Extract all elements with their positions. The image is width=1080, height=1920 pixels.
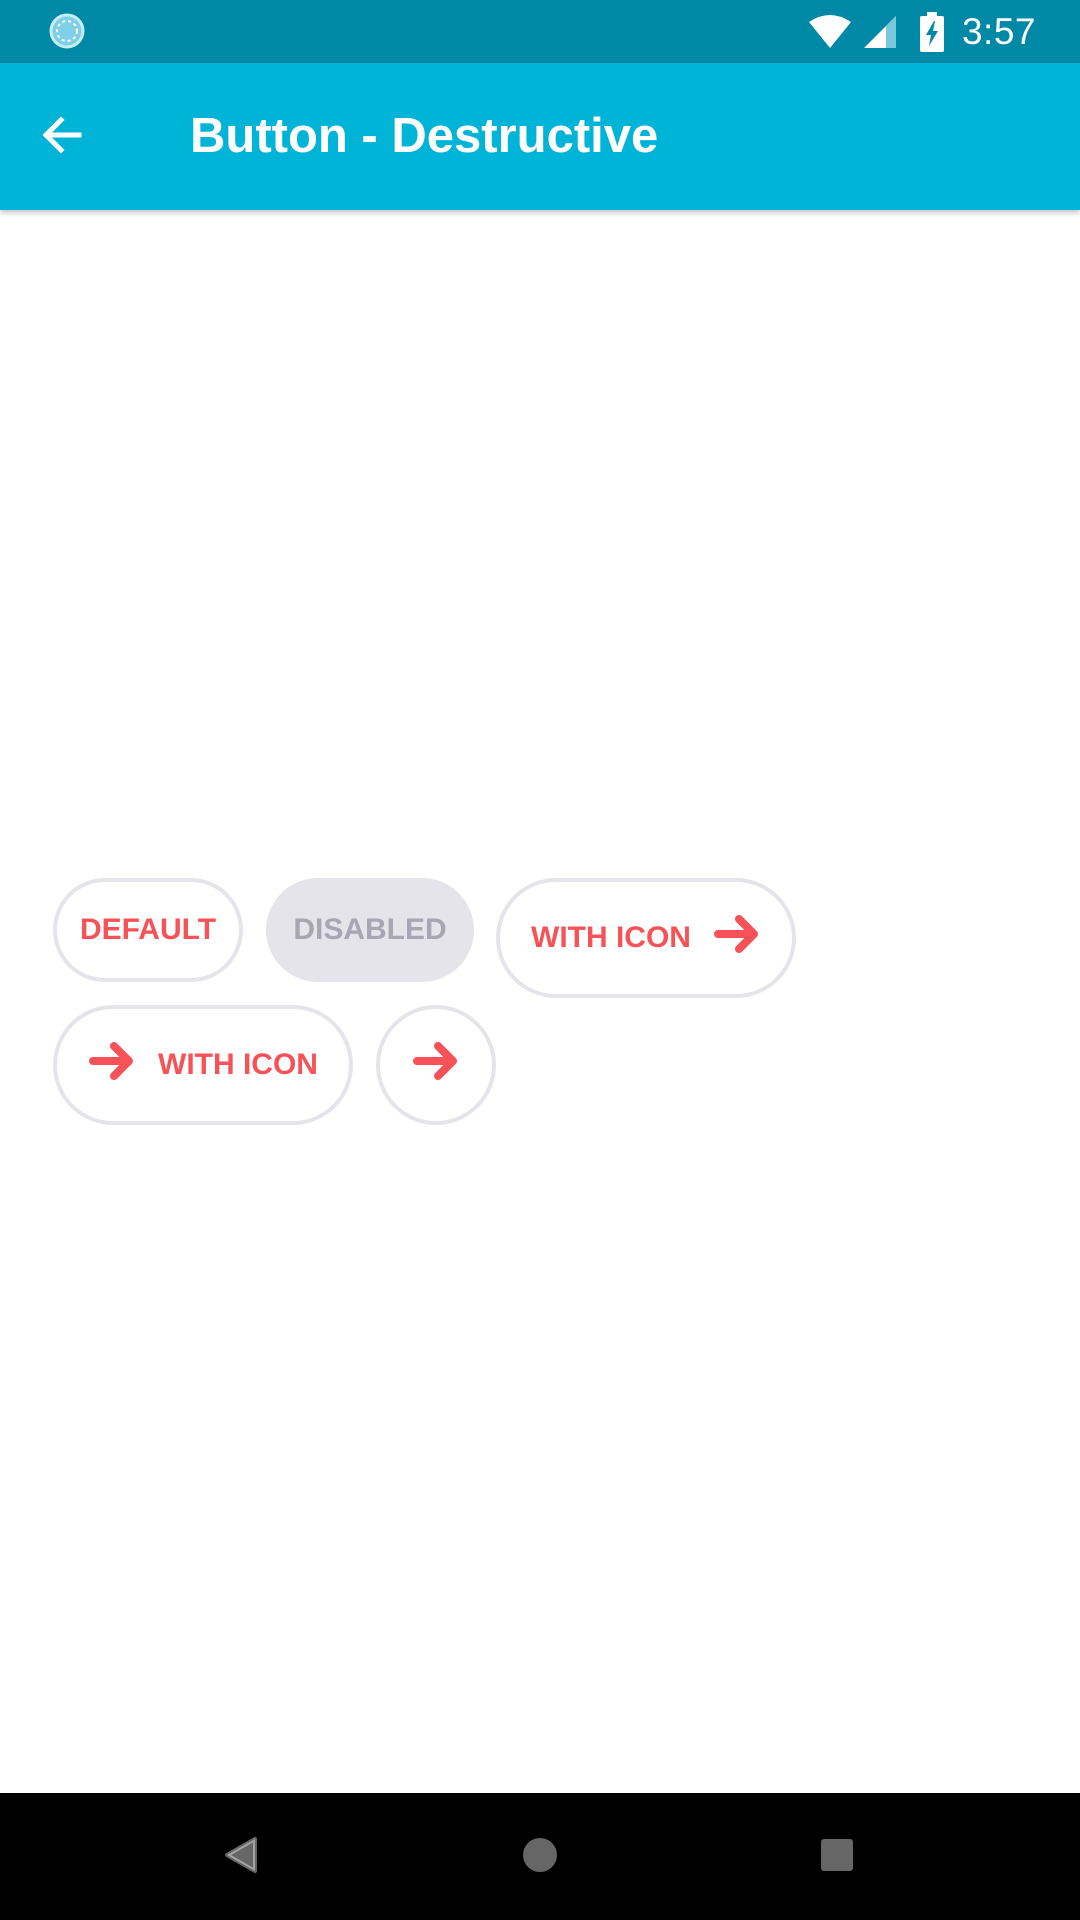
disabled-button-label: DISABLED: [293, 913, 447, 946]
nav-home-button[interactable]: [504, 1821, 576, 1893]
arrow-right-icon: [713, 912, 761, 964]
nav-recents-button[interactable]: [801, 1821, 873, 1893]
arrow-right-icon: [412, 1039, 460, 1091]
with-icon-left-label: WITH ICON: [158, 1048, 318, 1081]
navigation-bar: [0, 1793, 1080, 1920]
with-icon-left-button[interactable]: WITH ICON: [53, 1005, 353, 1125]
default-button[interactable]: DEFAULT: [53, 878, 243, 982]
wifi-icon: [808, 14, 852, 50]
back-button[interactable]: [30, 104, 96, 170]
with-icon-right-button[interactable]: WITH ICON: [496, 878, 796, 998]
default-button-label: DEFAULT: [79, 913, 217, 946]
icon-only-button[interactable]: [376, 1005, 496, 1125]
status-icons: 3:57: [808, 0, 1036, 63]
status-bar: 3:57: [0, 0, 1080, 63]
app-bar: Button - Destructive: [0, 63, 1080, 210]
arrow-left-icon: [39, 111, 87, 164]
page-title: Button - Destructive: [190, 109, 659, 163]
loading-spinner-icon: [49, 13, 85, 49]
arrow-right-icon: [88, 1039, 136, 1091]
status-time: 3:57: [961, 10, 1036, 52]
disabled-button: DISABLED: [266, 878, 474, 982]
signal-icon: [862, 14, 898, 50]
battery-charging-icon: [919, 11, 944, 52]
nav-home-circle-icon: [522, 1837, 558, 1878]
nav-back-triangle-icon: [223, 1835, 259, 1880]
nav-recents-square-icon: [820, 1838, 854, 1877]
with-icon-right-label: WITH ICON: [531, 921, 691, 954]
screen: 3:57 Button - Destructive DEFAULT DISABL…: [0, 0, 1080, 1920]
nav-back-button[interactable]: [205, 1821, 277, 1893]
